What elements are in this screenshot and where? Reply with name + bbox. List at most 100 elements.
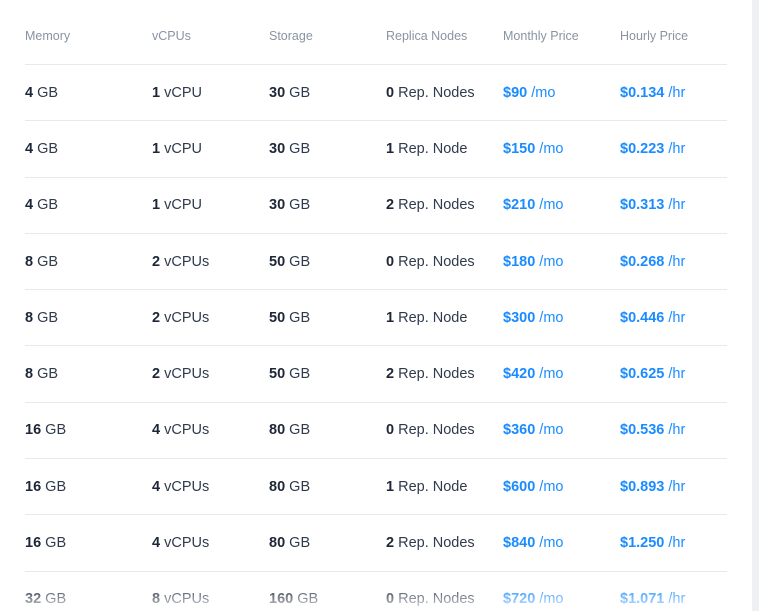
- memory-cell-unit: GB: [41, 422, 67, 439]
- hourly-price-cell: $0.268 /hr: [620, 254, 727, 270]
- storage-cell-value: 50: [269, 309, 286, 326]
- table-header: Memory vCPUs Storage Replica Nodes Month…: [25, 0, 727, 65]
- monthly-price-cell-unit: /mo: [535, 535, 564, 552]
- replica-nodes-cell-value: 1: [386, 309, 395, 326]
- storage-cell-unit: GB: [285, 309, 311, 326]
- hourly-price-cell-unit: /hr: [664, 591, 686, 608]
- table-row: 16 GB 4 vCPUs 80 GB 2 Rep. Nodes $840 /mo $1.…: [25, 515, 727, 572]
- vcpus-cell: 2 vCPUs: [152, 254, 269, 270]
- storage-cell: 30 GB: [269, 85, 386, 101]
- replica-nodes-cell-value: 2: [386, 535, 395, 552]
- vcpus-cell-unit: vCPUs: [160, 253, 210, 270]
- hourly-price-cell-value: $0.223: [620, 140, 665, 157]
- memory-cell-value: 4: [25, 84, 34, 101]
- monthly-price-cell-unit: /mo: [535, 197, 564, 214]
- vcpus-cell-unit: vCPUs: [160, 366, 210, 383]
- memory-cell: 8 GB: [25, 310, 152, 326]
- monthly-price-cell-value: $300: [503, 309, 536, 326]
- monthly-price-cell-unit: /mo: [535, 140, 564, 157]
- replica-nodes-cell-value: 2: [386, 197, 395, 214]
- replica-nodes-cell-unit: Rep. Nodes: [394, 422, 475, 439]
- scrollbar[interactable]: [752, 0, 759, 611]
- monthly-price-cell-unit: /mo: [535, 478, 564, 495]
- monthly-price-cell-value: $90: [503, 84, 528, 101]
- replica-nodes-cell: 0 Rep. Nodes: [386, 254, 503, 270]
- hourly-price-cell-unit: /hr: [664, 197, 686, 214]
- storage-cell-value: 30: [269, 84, 286, 101]
- table-row: 8 GB 2 vCPUs 50 GB 1 Rep. Node $300 /mo $0.44…: [25, 290, 727, 347]
- table-row: 16 GB 4 vCPUs 80 GB 1 Rep. Node $600 /mo $0.8…: [25, 459, 727, 516]
- vcpus-cell: 1 vCPU: [152, 85, 269, 101]
- hourly-price-cell: $0.893 /hr: [620, 479, 727, 495]
- storage-cell: 30 GB: [269, 197, 386, 213]
- monthly-price-cell: $90 /mo: [503, 85, 620, 101]
- vcpus-cell-unit: vCPU: [160, 84, 202, 101]
- memory-cell-unit: GB: [41, 591, 67, 608]
- storage-cell-unit: GB: [285, 366, 311, 383]
- replica-nodes-cell-unit: Rep. Nodes: [394, 253, 475, 270]
- replica-nodes-cell-value: 0: [386, 591, 395, 608]
- memory-cell: 16 GB: [25, 479, 152, 495]
- vcpus-cell-unit: vCPUs: [160, 478, 210, 495]
- monthly-price-cell-value: $420: [503, 366, 536, 383]
- hourly-price-cell: $0.134 /hr: [620, 85, 727, 101]
- memory-cell-unit: GB: [33, 253, 59, 270]
- storage-cell-value: 30: [269, 197, 286, 214]
- hourly-price-cell-value: $0.893: [620, 478, 665, 495]
- hourly-price-cell-value: $1.071: [620, 591, 665, 608]
- storage-cell-unit: GB: [285, 535, 311, 552]
- table-row: 4 GB 1 vCPU 30 GB 2 Rep. Nodes $210 /mo $0.31…: [25, 178, 727, 234]
- replica-nodes-cell-value: 1: [386, 478, 395, 495]
- hourly-price-cell: $1.250 /hr: [620, 535, 727, 551]
- pricing-table: Memory vCPUs Storage Replica Nodes Month…: [25, 0, 727, 611]
- vcpus-cell-unit: vCPUs: [160, 309, 210, 326]
- monthly-price-cell: $300 /mo: [503, 310, 620, 326]
- table-body: 4 GB 1 vCPU 30 GB 0 Rep. Nodes $90 /mo $0.134…: [25, 65, 727, 611]
- replica-nodes-cell-unit: Rep. Nodes: [394, 366, 475, 383]
- memory-cell-unit: GB: [33, 84, 59, 101]
- vcpus-cell-unit: vCPU: [160, 140, 202, 157]
- monthly-price-cell-value: $840: [503, 535, 536, 552]
- memory-cell: 8 GB: [25, 366, 152, 382]
- hourly-price-cell-unit: /hr: [664, 535, 686, 552]
- vcpus-cell: 8 vCPUs: [152, 591, 269, 607]
- storage-cell-unit: GB: [285, 197, 311, 214]
- monthly-price-cell: $720 /mo: [503, 591, 620, 607]
- vcpus-cell-value: 2: [152, 366, 161, 383]
- vcpus-cell-unit: vCPUs: [160, 535, 210, 552]
- vcpus-cell: 2 vCPUs: [152, 310, 269, 326]
- monthly-price-cell-value: $210: [503, 197, 536, 214]
- memory-cell-value: 16: [25, 535, 42, 552]
- hourly-price-cell: $0.446 /hr: [620, 310, 727, 326]
- replica-nodes-cell-unit: Rep. Node: [394, 309, 468, 326]
- header-hourly-price: Hourly Price: [620, 29, 689, 43]
- hourly-price-cell-unit: /hr: [664, 253, 686, 270]
- vcpus-cell-value: 2: [152, 309, 161, 326]
- storage-cell-value: 50: [269, 253, 286, 270]
- memory-cell-value: 32: [25, 591, 42, 608]
- monthly-price-cell: $360 /mo: [503, 422, 620, 438]
- storage-cell: 80 GB: [269, 535, 386, 551]
- vcpus-cell-value: 8: [152, 591, 161, 608]
- table-row: 4 GB 1 vCPU 30 GB 1 Rep. Node $150 /mo $0.223…: [25, 121, 727, 178]
- replica-nodes-cell-value: 1: [386, 140, 395, 157]
- vcpus-cell-value: 4: [152, 478, 161, 495]
- replica-nodes-cell: 0 Rep. Nodes: [386, 85, 503, 101]
- memory-cell: 8 GB: [25, 254, 152, 270]
- memory-cell-value: 8: [25, 366, 34, 383]
- replica-nodes-cell-value: 0: [386, 253, 395, 270]
- storage-cell-unit: GB: [285, 253, 311, 270]
- monthly-price-cell-unit: /mo: [535, 309, 564, 326]
- replica-nodes-cell-unit: Rep. Node: [394, 478, 468, 495]
- table-row: 4 GB 1 vCPU 30 GB 0 Rep. Nodes $90 /mo $0.134…: [25, 65, 727, 122]
- memory-cell: 16 GB: [25, 422, 152, 438]
- hourly-price-cell-unit: /hr: [664, 140, 686, 157]
- monthly-price-cell: $150 /mo: [503, 141, 620, 157]
- replica-nodes-cell-value: 0: [386, 84, 395, 101]
- memory-cell: 4 GB: [25, 85, 152, 101]
- vcpus-cell: 4 vCPUs: [152, 479, 269, 495]
- memory-cell-unit: GB: [33, 309, 59, 326]
- memory-cell: 16 GB: [25, 535, 152, 551]
- memory-cell-value: 16: [25, 422, 42, 439]
- replica-nodes-cell: 2 Rep. Nodes: [386, 197, 503, 213]
